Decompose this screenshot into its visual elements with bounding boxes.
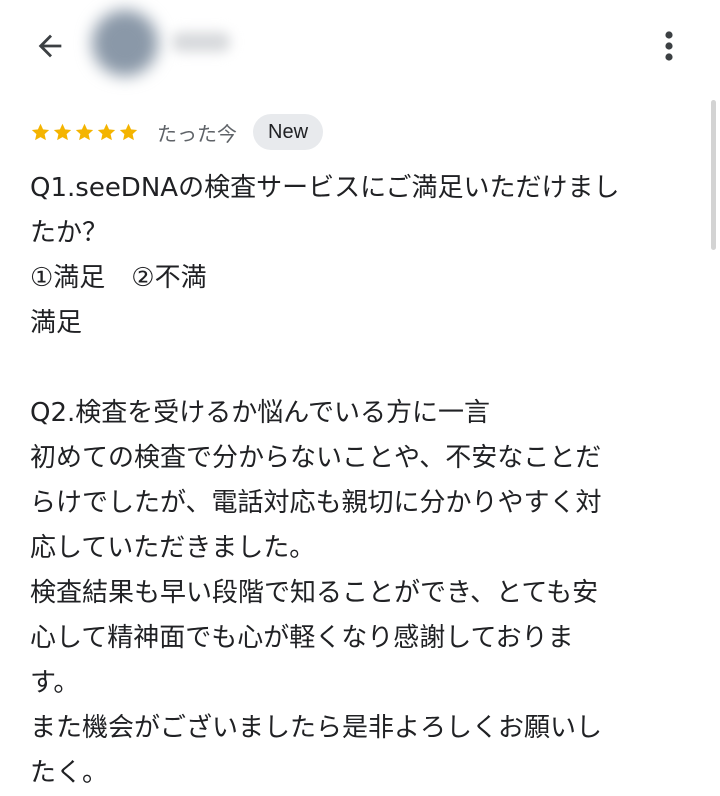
- review-line: 満足: [30, 308, 83, 338]
- review-line: また機会がございましたら是非よろしくお願いし: [30, 713, 603, 743]
- review-line: 検査結果も早い段階で知ることができ、とても安: [30, 578, 599, 608]
- review-line: たか？: [30, 218, 109, 248]
- review-line: 初めての検査で分からないことや、不安なことだ: [30, 443, 602, 473]
- star-icon: [97, 123, 116, 140]
- new-badge: New: [253, 114, 324, 150]
- star-icon: [119, 123, 138, 140]
- star-icon: [31, 123, 50, 140]
- back-button[interactable]: [28, 24, 72, 68]
- app-bar: [0, 0, 720, 92]
- star-rating: [30, 122, 139, 143]
- review-line: たく。: [30, 758, 109, 788]
- reviewer-name-redacted: [172, 32, 230, 52]
- scrollbar[interactable]: [711, 100, 716, 250]
- review-timestamp: たった今: [157, 121, 237, 146]
- review-line: ①満足 ②不満: [30, 263, 207, 293]
- review-line: 応していただきました。: [30, 533, 316, 563]
- review-line: Q2.検査を受けるか悩んでいる方に一言: [30, 398, 490, 428]
- review-meta: たった今 New: [30, 114, 324, 150]
- review-line: Q1.seeDNAの検査サービスにご満足いただけまし: [30, 173, 620, 203]
- review-line: す。: [30, 668, 80, 698]
- review-line: らけでしたが、電話対応も親切に分かりやすく対: [30, 488, 602, 518]
- review-line: 心して精神面でも心が軽くなり感謝しておりま: [30, 623, 574, 653]
- arrow-back-icon: [38, 34, 62, 58]
- more-options-button[interactable]: [652, 24, 686, 68]
- review-blank-line: [30, 346, 690, 391]
- review-text: Q1.seeDNAの検査サービスにご満足いただけまし たか？ ①満足 ②不満 満足 Q2…: [30, 166, 690, 796]
- more-vert-icon: [665, 31, 673, 61]
- reviewer-avatar[interactable]: [92, 10, 158, 76]
- star-icon: [75, 123, 94, 140]
- star-icon: [53, 123, 72, 140]
